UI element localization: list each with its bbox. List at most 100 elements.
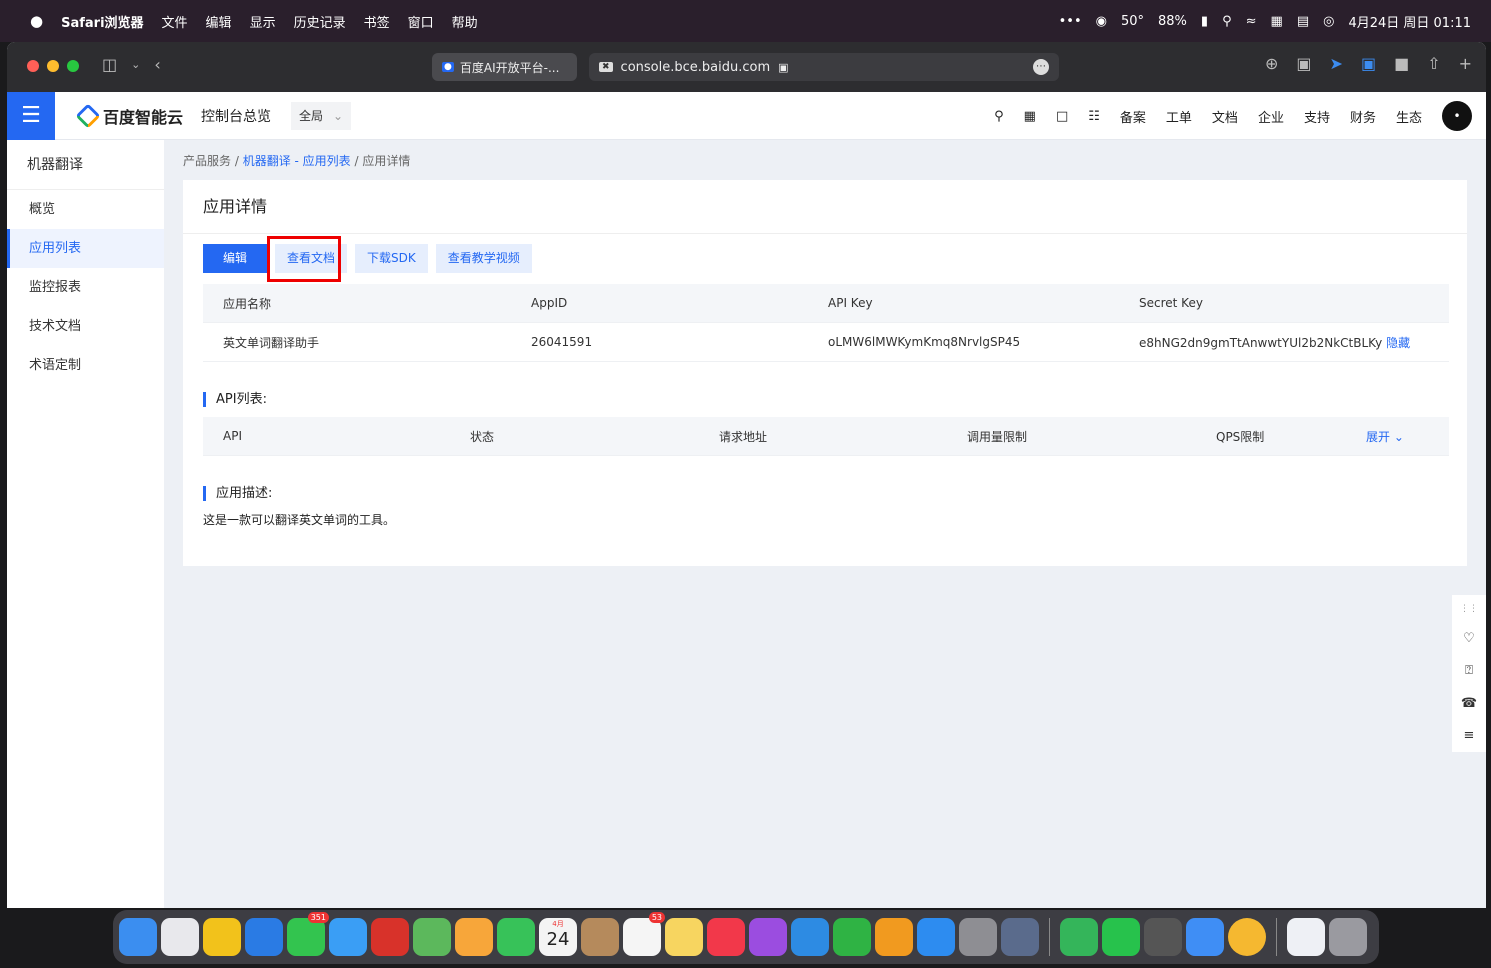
sidebar-item-monitor[interactable]: 监控报表 [7,268,164,307]
share-icon[interactable]: ⇧ [1427,54,1440,73]
green-app-icon[interactable] [1060,918,1098,956]
system-preferences-icon[interactable] [959,918,997,956]
photos-icon[interactable] [455,918,493,956]
messages-badge: 351 [307,912,329,923]
address-bar[interactable]: ✖ console.bce.baidu.com ▣ ⋯ [589,53,1059,81]
menu-file[interactable]: 文件 [162,12,188,31]
keynote-icon[interactable] [791,918,829,956]
edit-button[interactable]: 编辑 [203,244,268,273]
download-sdk-button[interactable]: 下载SDK [355,244,428,273]
expand-toggle[interactable]: 展开 ⌄ [1346,428,1449,445]
breadcrumb-app-list[interactable]: 机器翻译 - 应用列表 [243,154,351,168]
podcasts-icon[interactable] [749,918,787,956]
maps-icon[interactable] [413,918,451,956]
menu-edit[interactable]: 编辑 [206,12,232,31]
wechat-icon[interactable] [1102,918,1140,956]
cart-icon[interactable]: ☷ [1088,109,1100,124]
messages-icon[interactable]: 351 [287,912,329,956]
battery-icon[interactable]: ▮ [1201,14,1208,29]
qrcode-icon[interactable]: ▦ [1024,109,1036,124]
nav-link-support[interactable]: 支持 [1304,107,1330,126]
back-icon[interactable]: ‹ [154,55,160,75]
contacts-icon[interactable] [581,918,619,956]
page-menu-icon[interactable]: ⋯ [1033,59,1049,75]
mail-icon[interactable] [329,918,367,956]
apple-icon[interactable]: ● [30,12,43,30]
siri-icon[interactable]: ◎ [1323,14,1334,29]
menu-app-name[interactable]: Safari浏览器 [61,12,143,31]
baidu-cloud-logo[interactable]: 百度智能云 [75,102,183,129]
phone-icon[interactable]: ☎ [1461,696,1477,711]
user-avatar[interactable]: • [1442,101,1472,131]
preview-icon[interactable] [1001,918,1039,956]
extension-bird-icon[interactable]: ➤ [1330,54,1343,73]
sidebar-item-tech-docs[interactable]: 技术文档 [7,307,164,346]
input-method-icon[interactable]: ▦ [1271,14,1283,29]
wechat-status-icon[interactable]: ◉ [1096,14,1107,29]
wifi-icon[interactable]: ≈ [1246,14,1257,29]
chrome-icon[interactable] [203,918,241,956]
notes-icon[interactable] [665,918,703,956]
nav-link-record[interactable]: 备案 [1120,107,1146,126]
reminders-icon[interactable]: 53 [623,912,665,956]
list-icon[interactable]: ≡ [1464,728,1475,743]
menubar-clock[interactable]: 4月24日 周日 01:11 [1348,12,1471,31]
menu-history[interactable]: 历史记录 [294,12,346,31]
facetime-icon[interactable] [497,918,535,956]
robot-app-icon[interactable] [1144,918,1182,956]
extension-gray-icon[interactable]: ■ [1394,54,1409,73]
sidebar-item-terminology[interactable]: 术语定制 [7,346,164,385]
hamburger-menu-icon[interactable]: ☰ [7,91,55,140]
new-tab-icon[interactable]: + [1459,54,1472,73]
favorite-icon[interactable]: ♡ [1463,631,1475,646]
trash-icon[interactable] [1329,918,1367,956]
pages-icon[interactable] [875,918,913,956]
temperature-status[interactable]: 50° [1121,14,1144,29]
numbers-icon[interactable] [833,918,871,956]
finder-icon[interactable] [119,918,157,956]
extension-blue-icon[interactable]: ▣ [1361,54,1376,73]
document-icon[interactable] [1287,918,1325,956]
zoom-window-button[interactable] [67,60,79,72]
minimize-window-button[interactable] [47,60,59,72]
reader-icon[interactable]: ▣ [1296,54,1311,73]
sidebar-item-overview[interactable]: 概览 [7,190,164,229]
hide-secret-link[interactable]: 隐藏 [1386,336,1410,350]
sidebar-item-app-list[interactable]: 应用列表 [7,229,164,268]
app-store-icon[interactable] [917,918,955,956]
help-icon[interactable]: ⍰ [1465,663,1473,678]
chevron-down-icon[interactable]: ⌄ [131,55,140,75]
tutorial-video-button[interactable]: 查看教学视频 [435,244,532,273]
sidebar-toggle-icon[interactable]: ◫ [102,55,117,75]
menu-view[interactable]: 显示 [250,12,276,31]
safari-icon[interactable] [245,918,283,956]
browser-tab-baidu-ai[interactable]: ● 百度AI开放平台-... [432,53,577,81]
view-docs-button[interactable]: 查看文档 [275,244,348,273]
nav-link-finance[interactable]: 财务 [1350,107,1376,126]
control-center-icon[interactable]: ▤ [1297,14,1309,29]
region-select[interactable]: 全局 ⌄ [291,101,352,130]
console-overview-link[interactable]: 控制台总览 [201,106,271,126]
red-app-icon[interactable] [371,918,409,956]
message-icon[interactable]: □ [1056,109,1068,124]
close-window-button[interactable] [27,60,39,72]
calendar-icon[interactable]: 4月 24 [539,918,577,956]
downloads-icon[interactable]: ⊕ [1265,54,1278,73]
launchpad-icon[interactable] [161,918,199,956]
menu-help[interactable]: 帮助 [452,12,478,31]
nav-link-ecosystem[interactable]: 生态 [1396,107,1422,126]
yellow-app-icon[interactable] [1228,918,1266,956]
more-dots-icon[interactable]: ••• [1059,14,1082,29]
menu-window[interactable]: 窗口 [408,12,434,31]
nav-link-docs[interactable]: 文档 [1212,107,1238,126]
drag-handle-icon[interactable]: ⋮⋮ [1460,604,1478,614]
nav-link-ticket[interactable]: 工单 [1166,107,1192,126]
battery-status[interactable]: 88% [1158,14,1187,29]
menu-bookmarks[interactable]: 书签 [364,12,390,31]
spotlight-search-icon[interactable]: ⚲ [1222,14,1232,29]
blue-bird-app-icon[interactable] [1186,918,1224,956]
music-icon[interactable] [707,918,745,956]
breadcrumb-root[interactable]: 产品服务 [183,154,231,168]
search-icon[interactable]: ⚲ [994,109,1004,124]
nav-link-enterprise[interactable]: 企业 [1258,107,1284,126]
